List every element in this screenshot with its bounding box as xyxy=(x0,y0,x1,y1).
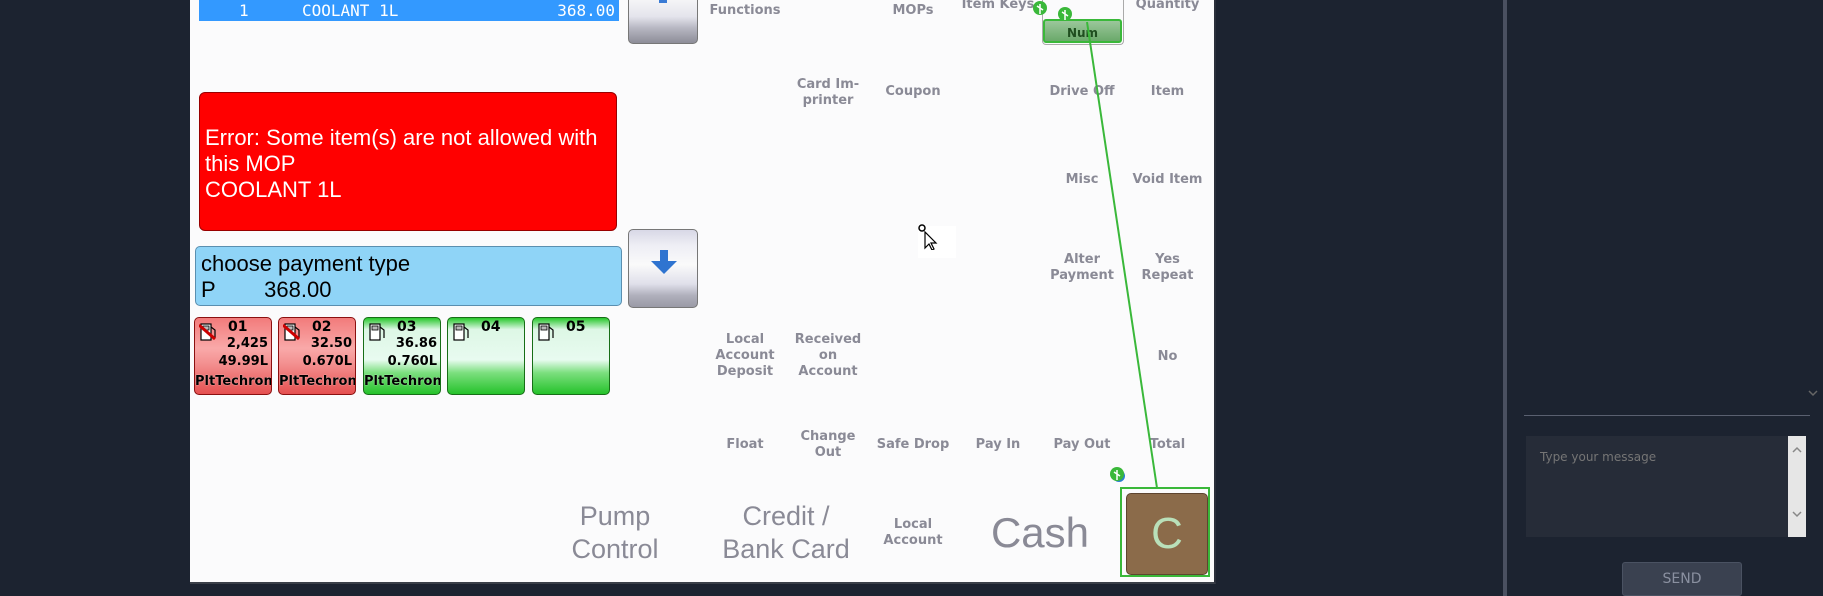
local-account-deposit-key[interactable]: Local Account Deposit xyxy=(705,332,785,380)
prompt-box: choose payment type P 368.00 xyxy=(195,246,622,306)
scroll-down-button[interactable] xyxy=(628,229,698,308)
pump-amount: 2,425 xyxy=(226,336,268,351)
pump-control-key[interactable]: Pump Control xyxy=(545,500,685,566)
clear-key[interactable]: C xyxy=(1126,493,1208,575)
annotation-line xyxy=(1086,21,1158,489)
pay-in-key[interactable]: Pay In xyxy=(958,437,1038,453)
arrow-down-icon xyxy=(651,250,677,274)
sale-amount: 368.00 xyxy=(557,1,615,20)
scroll-up-button[interactable] xyxy=(628,0,698,44)
pump-01[interactable]: 01 2,425 49.99L PltTechron xyxy=(194,317,272,395)
pump-grade: PltTechron xyxy=(364,374,441,389)
pump-amount: 32.50 xyxy=(310,336,352,351)
pump-number: 03 xyxy=(397,319,417,335)
message-input[interactable] xyxy=(1526,436,1788,537)
cash-key[interactable]: Cash xyxy=(970,508,1110,558)
item-keys-key[interactable]: Item Keys xyxy=(958,0,1038,13)
pump-grade: PltTechron xyxy=(195,374,272,389)
fuel-pump-icon xyxy=(538,323,554,341)
pump-number: 04 xyxy=(481,319,501,335)
mouse-cursor-icon xyxy=(918,224,938,250)
pump-02[interactable]: 02 32.50 0.670L PltTechron xyxy=(278,317,356,395)
prompt-text: choose payment type xyxy=(201,251,411,276)
pin-icon xyxy=(1110,467,1125,482)
coupon-key[interactable]: Coupon xyxy=(873,84,953,100)
chevron-down-icon[interactable] xyxy=(1806,386,1820,400)
pump-number: 05 xyxy=(566,319,586,335)
chevron-down-icon[interactable] xyxy=(1790,508,1804,520)
clear-key-label: C xyxy=(1151,509,1183,558)
float-key[interactable]: Float xyxy=(705,437,785,453)
fuel-pump-icon xyxy=(453,323,469,341)
pump-grade: PltTechron xyxy=(279,374,356,389)
pump-volume: 0.670L xyxy=(302,354,352,369)
send-button[interactable]: SEND xyxy=(1622,562,1742,596)
fuel-pump-icon xyxy=(199,323,216,341)
fuel-pump-icon xyxy=(369,323,385,341)
sale-item-name: COOLANT 1L xyxy=(302,1,399,20)
credit-bank-card-key[interactable]: Credit / Bank Card xyxy=(706,500,866,566)
arrow-down-icon xyxy=(659,0,667,3)
fuel-pump-icon xyxy=(283,323,300,341)
pump-number: 02 xyxy=(312,319,332,335)
pin-icon xyxy=(1058,7,1072,21)
message-scrollbar[interactable] xyxy=(1788,436,1806,537)
annotation-overlay xyxy=(1033,1,1158,489)
safe-drop-key[interactable]: Safe Drop xyxy=(873,437,953,453)
prompt-amount: P 368.00 xyxy=(201,277,332,302)
chevron-up-icon[interactable] xyxy=(1790,444,1804,456)
pump-04[interactable]: 04 xyxy=(447,317,525,395)
chat-separator xyxy=(1524,415,1810,416)
sale-qty: 1 xyxy=(239,1,249,20)
received-on-account-key[interactable]: Received on Account xyxy=(788,332,868,380)
pump-03[interactable]: 03 36.86 0.760L PltTechron xyxy=(363,317,441,395)
pump-volume: 49.99L xyxy=(218,354,268,369)
pin-icon xyxy=(1033,1,1047,15)
mops-key[interactable]: MOPs xyxy=(873,3,953,19)
pump-number: 01 xyxy=(228,319,248,335)
sale-line-selected[interactable]: 1 COOLANT 1L 368.00 xyxy=(199,0,619,21)
change-out-key[interactable]: Change Out xyxy=(788,429,868,461)
panel-divider xyxy=(1503,0,1507,596)
error-message: Error: Some item(s) are not allowed with… xyxy=(199,92,617,231)
local-account-key[interactable]: Local Account xyxy=(873,517,953,549)
pump-amount: 36.86 xyxy=(395,336,437,351)
pump-volume: 0.760L xyxy=(387,354,437,369)
card-imprinter-key[interactable]: Card Im- printer xyxy=(788,77,868,109)
pump-05[interactable]: 05 xyxy=(532,317,610,395)
functions-key[interactable]: Functions xyxy=(705,3,785,19)
